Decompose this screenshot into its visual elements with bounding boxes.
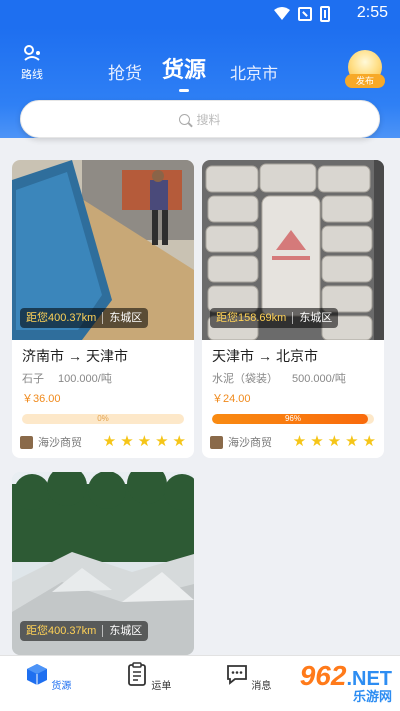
route-from: 济南市 xyxy=(22,348,64,364)
seller-row: 海沙商贸 ★ ★ ★ ★ ★ xyxy=(20,434,186,450)
wifi-icon xyxy=(274,7,290,20)
search-bar[interactable]: 搜料 xyxy=(20,100,380,138)
tab-grab[interactable]: 抢货 xyxy=(108,59,142,84)
seller-row: 海沙商贸 ★ ★ ★ ★ ★ xyxy=(210,434,376,450)
progress-label: 0% xyxy=(97,414,109,423)
cargo-quantity: 500.000/吨 xyxy=(292,373,346,385)
chat-icon xyxy=(226,665,247,685)
supply-card[interactable]: 距您400.37km 东城区 济南市 → 天津市 石子 100.000/吨 ￥36.… xyxy=(12,160,194,458)
district-text: 东城区 xyxy=(109,625,143,637)
route-title: 天津市 → 北京市 xyxy=(212,346,374,366)
supply-card[interactable]: 距您400.37km 东城区 xyxy=(12,472,194,655)
seller-name: 海沙商贸 xyxy=(38,437,82,449)
bottom-nav: 货源 运单 消息 962.NET 乐游网 xyxy=(0,655,400,711)
star-icon: ★ xyxy=(362,433,376,450)
route-label: 路线 xyxy=(21,69,43,81)
distance-text: 距您400.37km xyxy=(26,312,97,324)
material-name: 石子 xyxy=(22,373,44,385)
star-icon: ★ xyxy=(137,433,152,450)
search-icon xyxy=(179,113,191,125)
district-text: 东城区 xyxy=(109,312,143,324)
route-button[interactable]: 路线 xyxy=(14,44,50,82)
status-time: 2:55 xyxy=(356,4,388,21)
distance-badge: 距您158.69km 东城区 xyxy=(210,308,339,328)
route-to: 天津市 xyxy=(86,348,128,364)
route-to: 北京市 xyxy=(276,348,318,364)
progress-bar: 96% xyxy=(212,414,374,424)
nav-messages[interactable]: 消息 xyxy=(218,662,278,692)
supply-card[interactable]: 距您158.69km 东城区 天津市 → 北京市 水泥（袋装） 500.000/吨 … xyxy=(202,160,384,458)
star-icon: ★ xyxy=(345,433,359,450)
seller-name: 海沙商贸 xyxy=(228,437,272,449)
nav-supply[interactable]: 货源 xyxy=(18,662,78,692)
route-arrow: → xyxy=(258,348,272,364)
nav-waybill[interactable]: 运单 xyxy=(118,662,178,692)
tab-supply[interactable]: 货源 xyxy=(162,52,206,84)
star-icon: ★ xyxy=(102,433,117,450)
progress-label: 96% xyxy=(284,414,301,423)
distance-text: 距您400.37km xyxy=(26,625,97,637)
cargo-meta: 石子 100.000/吨 xyxy=(22,370,184,386)
cargo-price: ￥24.00 xyxy=(212,393,251,405)
seller-logo xyxy=(210,435,223,449)
cargo-image-sand: 距您400.37km 东城区 xyxy=(12,472,194,655)
star-icon: ★ xyxy=(310,433,324,450)
material-name: 水泥（袋装） xyxy=(212,373,278,385)
route-arrow: → xyxy=(68,348,82,364)
distance-badge: 距您400.37km 东城区 xyxy=(20,621,149,641)
nav-waybill-label: 运单 xyxy=(151,681,172,692)
seller-logo xyxy=(20,435,33,449)
distance-badge: 距您400.37km 东城区 xyxy=(20,308,149,328)
cube-icon xyxy=(26,664,47,685)
star-icon: ★ xyxy=(172,433,186,450)
star-rating: ★ ★ ★ ★ ★ xyxy=(292,433,376,450)
publish-button[interactable]: 发布 xyxy=(345,50,385,88)
publish-label: 发布 xyxy=(345,74,385,88)
star-icon: ★ xyxy=(155,433,169,450)
cargo-image-gravel: 距您400.37km 东城区 xyxy=(12,160,194,340)
route-from: 天津市 xyxy=(212,348,254,364)
nav-supply-label: 货源 xyxy=(51,681,72,692)
route-title: 济南市 → 天津市 xyxy=(22,346,184,366)
clipboard-icon xyxy=(127,662,146,686)
site-watermark: 962.NET 乐游网 xyxy=(300,660,392,705)
cargo-meta: 水泥（袋装） 500.000/吨 xyxy=(212,370,374,386)
district-text: 东城区 xyxy=(299,312,333,324)
star-icon: ★ xyxy=(327,433,342,450)
route-icon xyxy=(24,45,40,61)
cargo-image-cement: 距您158.69km 东城区 xyxy=(202,160,384,340)
watermark-number: 962 xyxy=(299,660,347,691)
star-icon: ★ xyxy=(120,433,134,450)
star-rating: ★ ★ ★ ★ ★ xyxy=(102,433,186,450)
star-icon: ★ xyxy=(292,433,307,450)
status-icons xyxy=(274,6,330,22)
battery-icon xyxy=(320,6,330,22)
distance-text: 距您158.69km xyxy=(216,312,287,324)
nav-messages-label: 消息 xyxy=(251,681,272,692)
cargo-quantity: 100.000/吨 xyxy=(58,373,112,385)
status-bar: 2:55 xyxy=(0,0,400,28)
progress-bar: 0% xyxy=(22,414,184,424)
header-tabs: 抢货 货源 北京市 xyxy=(108,52,278,84)
search-placeholder: 搜料 xyxy=(196,112,221,127)
no-sim-icon xyxy=(298,7,312,21)
cargo-price: ￥36.00 xyxy=(22,393,61,405)
city-selector[interactable]: 北京市 xyxy=(230,60,278,84)
